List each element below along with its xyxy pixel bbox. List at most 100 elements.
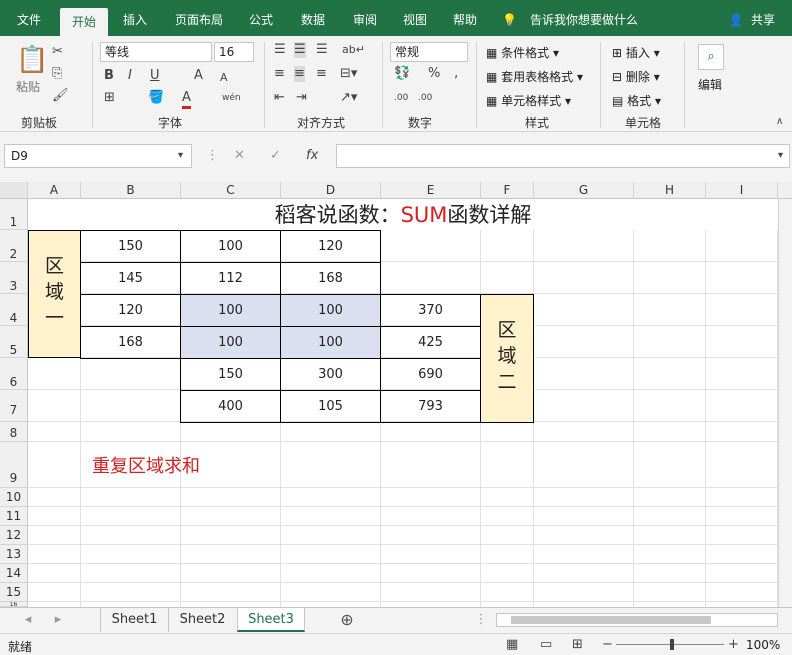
row-header-10[interactable]: 10: [0, 488, 28, 507]
cell-b4[interactable]: 120: [80, 294, 181, 327]
tab-help[interactable]: 帮助: [444, 0, 486, 36]
zoom-in-icon[interactable]: +: [728, 637, 739, 653]
align-top-icon[interactable]: ☰: [274, 42, 286, 58]
select-all-corner[interactable]: [0, 182, 28, 199]
share-button[interactable]: 共享: [746, 0, 780, 36]
cell-d4[interactable]: 100: [280, 294, 381, 327]
page-break-view-icon[interactable]: ⊞: [572, 637, 583, 653]
sheet-tab-3[interactable]: Sheet3: [237, 608, 305, 632]
tab-formulas[interactable]: 公式: [240, 0, 282, 36]
sheet-tab-1[interactable]: Sheet1: [100, 608, 168, 632]
row-header-6[interactable]: 6: [0, 358, 28, 390]
tab-page-layout[interactable]: 页面布局: [168, 0, 230, 36]
name-box[interactable]: D9: [4, 144, 192, 168]
tab-file[interactable]: 文件: [8, 0, 50, 36]
cell-d3[interactable]: 168: [280, 262, 381, 295]
column-header-a[interactable]: A: [28, 182, 81, 199]
cell-d7[interactable]: 105: [280, 390, 381, 423]
zoom-out-icon[interactable]: −: [602, 637, 613, 653]
cell-c3[interactable]: 112: [180, 262, 281, 295]
decrease-decimal-button[interactable]: .00: [418, 90, 432, 106]
cell-d2[interactable]: 120: [280, 230, 381, 263]
sheet-tab-2[interactable]: Sheet2: [168, 608, 236, 632]
insert-function-button[interactable]: fx: [306, 148, 318, 164]
row-header-3[interactable]: 3: [0, 262, 28, 294]
row-header-2[interactable]: 2: [0, 230, 28, 262]
tab-review[interactable]: 审阅: [344, 0, 386, 36]
cell-e5[interactable]: 425: [380, 326, 481, 359]
region-one-label[interactable]: 区域一: [28, 230, 81, 358]
align-right-icon[interactable]: ≡: [316, 66, 327, 82]
row-header-1[interactable]: 1: [0, 199, 28, 230]
underline-button[interactable]: U: [150, 68, 160, 84]
row-header-11[interactable]: 11: [0, 507, 28, 526]
tab-view[interactable]: 视图: [394, 0, 436, 36]
chevron-down-icon[interactable]: ▾: [178, 148, 183, 164]
tab-insert[interactable]: 插入: [114, 0, 156, 36]
wrap-text-icon[interactable]: ab↵: [342, 42, 365, 58]
cancel-icon[interactable]: ✕: [234, 148, 245, 164]
row-header-7[interactable]: 7: [0, 390, 28, 422]
page-layout-view-icon[interactable]: ▭: [540, 637, 552, 653]
search-icon[interactable]: ⌕: [698, 44, 724, 70]
add-sheet-icon[interactable]: ⊕: [336, 608, 358, 632]
zoom-level[interactable]: 100%: [746, 638, 780, 652]
delete-cells-button[interactable]: ⊟ 删除 ▾: [612, 68, 660, 85]
font-color-button[interactable]: A: [182, 90, 191, 109]
formula-input[interactable]: [336, 144, 790, 168]
cell-b5[interactable]: 168: [80, 326, 181, 359]
align-bottom-icon[interactable]: ☰: [316, 42, 328, 58]
row-header-14[interactable]: 14: [0, 564, 28, 583]
tab-home[interactable]: 开始: [60, 8, 108, 36]
column-header-i[interactable]: I: [706, 182, 778, 199]
bold-button[interactable]: B: [104, 68, 114, 84]
borders-icon[interactable]: ⊞: [104, 90, 115, 106]
scrollbar-thumb[interactable]: [511, 616, 711, 624]
column-header-f[interactable]: F: [481, 182, 534, 199]
cut-icon[interactable]: ✂: [52, 44, 63, 60]
italic-button[interactable]: I: [128, 68, 132, 84]
prev-sheet-icon[interactable]: ◂: [20, 608, 36, 632]
percent-button[interactable]: %: [428, 66, 440, 82]
region-two-label[interactable]: 区域二: [480, 294, 534, 423]
decrease-indent-icon[interactable]: ⇤: [274, 90, 285, 106]
row-header-12[interactable]: 12: [0, 526, 28, 545]
insert-cells-button[interactable]: ⊞ 插入 ▾: [612, 44, 660, 61]
copy-icon[interactable]: ⎘: [52, 66, 62, 82]
cell-e4[interactable]: 370: [380, 294, 481, 327]
conditional-formatting-button[interactable]: ▦ 条件格式 ▾: [486, 44, 559, 61]
number-format-dropdown[interactable]: 常规: [390, 42, 468, 62]
cell-b3[interactable]: 145: [80, 262, 181, 295]
increase-indent-icon[interactable]: ⇥: [296, 90, 307, 106]
row-header-9[interactable]: 9: [0, 442, 28, 488]
row-header-8[interactable]: 8: [0, 422, 28, 442]
zoom-slider-thumb[interactable]: [670, 639, 674, 650]
format-painter-icon[interactable]: 🖌: [52, 88, 69, 104]
align-left-icon[interactable]: ≡: [274, 66, 285, 82]
row-header-13[interactable]: 13: [0, 545, 28, 564]
font-name-dropdown[interactable]: 等线: [100, 42, 212, 62]
cell-d5[interactable]: 100: [280, 326, 381, 359]
cell-b2[interactable]: 150: [80, 230, 181, 263]
cell-c4[interactable]: 100: [180, 294, 281, 327]
row-header-5[interactable]: 5: [0, 326, 28, 358]
enter-icon[interactable]: ✓: [270, 148, 281, 164]
align-center-icon[interactable]: ≡: [294, 66, 305, 82]
cell-styles-button[interactable]: ▦ 单元格样式 ▾: [486, 92, 571, 109]
align-middle-icon[interactable]: ☰: [294, 42, 306, 58]
cell-e7[interactable]: 793: [380, 390, 481, 423]
accounting-format-icon[interactable]: 💱: [394, 66, 410, 82]
cell-c7[interactable]: 400: [180, 390, 281, 423]
column-header-e[interactable]: E: [381, 182, 481, 199]
normal-view-icon[interactable]: ▦: [506, 637, 518, 653]
column-header-c[interactable]: C: [181, 182, 281, 199]
editing-button[interactable]: 编辑: [698, 76, 722, 93]
grow-font-button[interactable]: A: [194, 68, 203, 84]
fill-color-icon[interactable]: 🪣: [148, 90, 164, 106]
column-header-h[interactable]: H: [634, 182, 706, 199]
tab-data[interactable]: 数据: [292, 0, 334, 36]
vertical-scrollbar[interactable]: [778, 199, 792, 607]
tell-me-search[interactable]: 告诉我你想要做什么: [530, 0, 650, 36]
paste-button[interactable]: 粘贴: [16, 78, 40, 95]
cell-c5[interactable]: 100: [180, 326, 281, 359]
